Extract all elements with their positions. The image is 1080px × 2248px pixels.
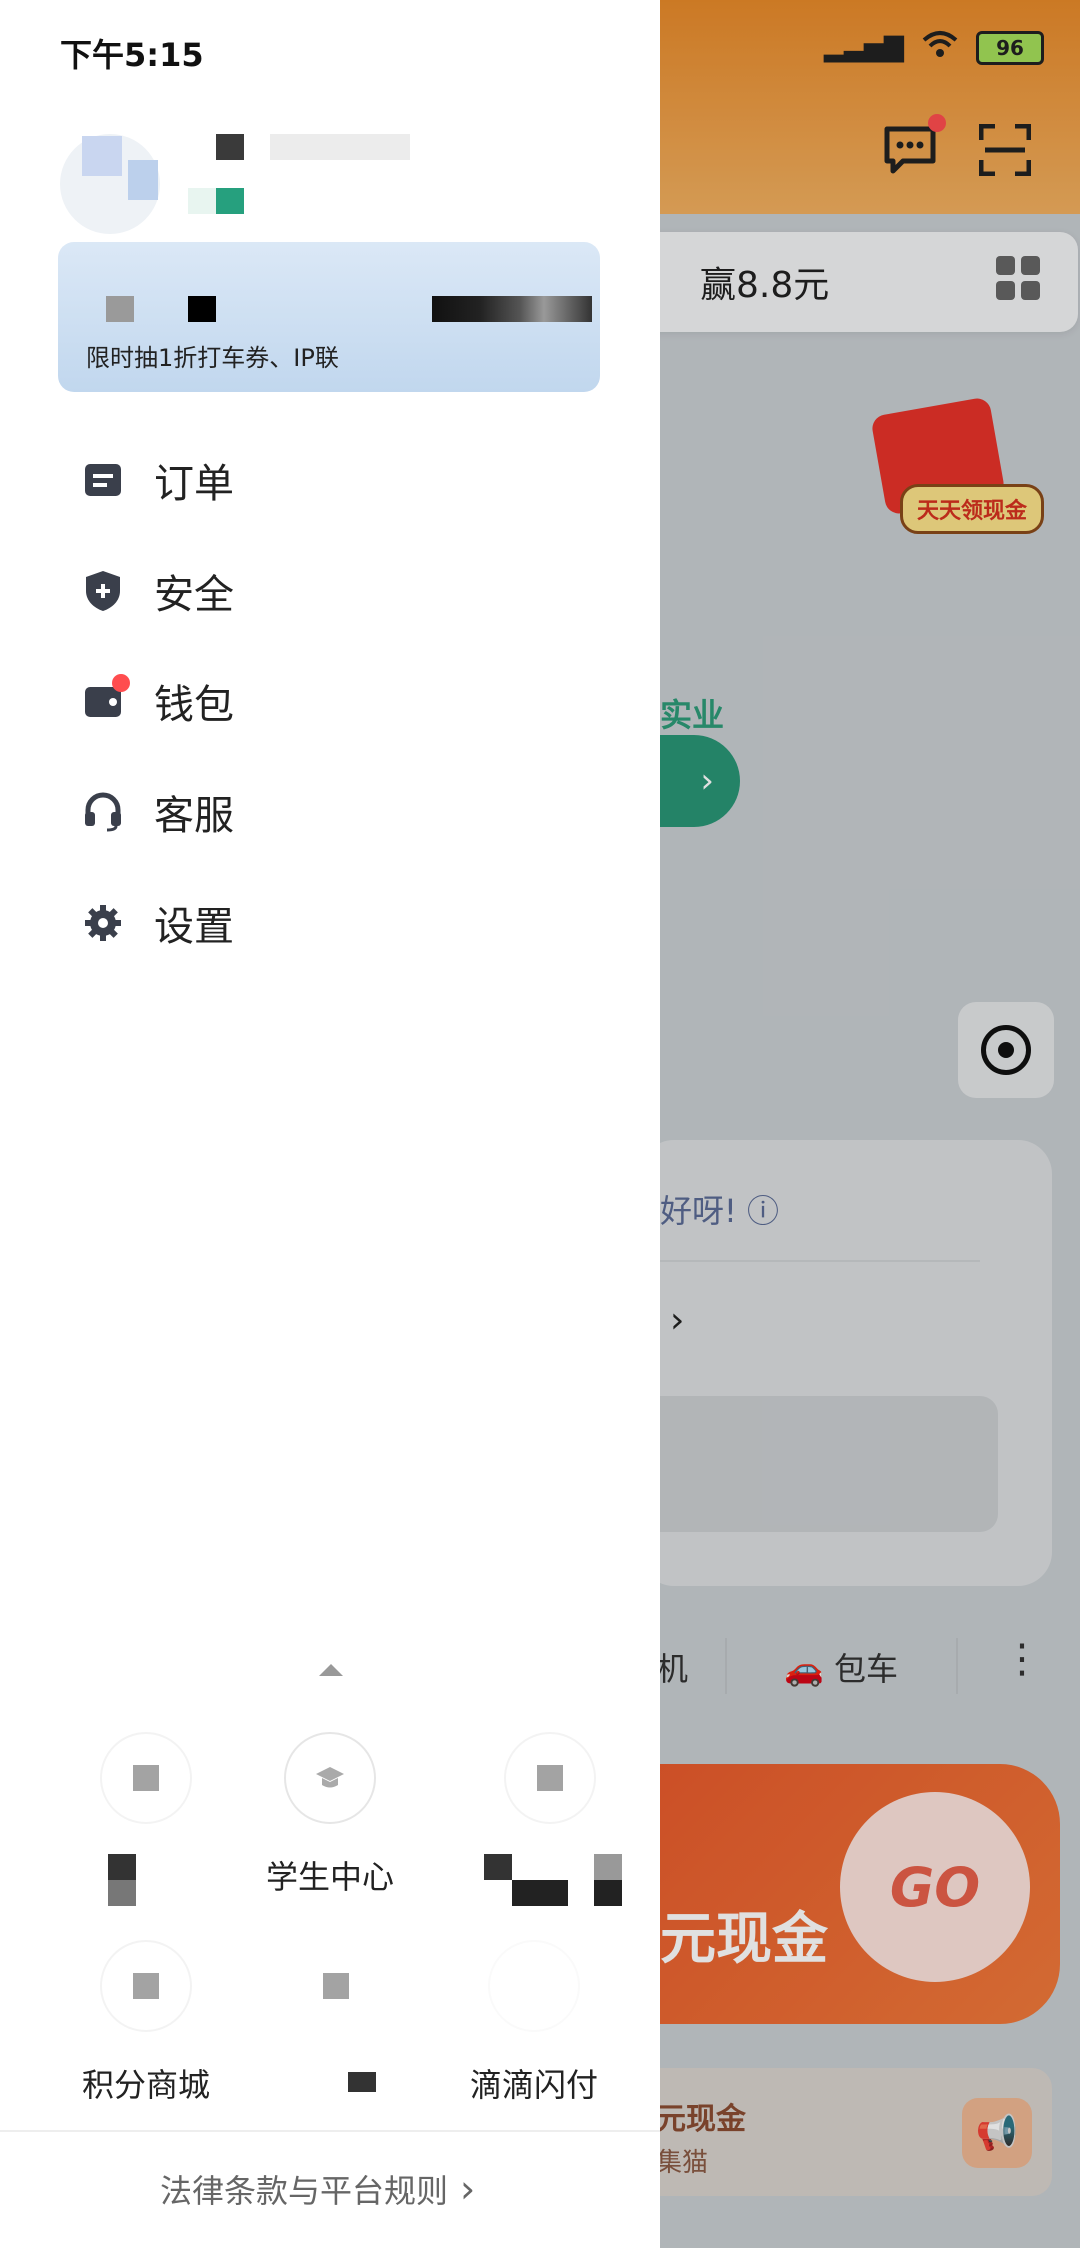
legal-label: 法律条款与平台规则	[160, 2172, 449, 2210]
graduation-cap-icon	[284, 1732, 376, 1824]
blurred-icon	[504, 1732, 596, 1824]
menu-item-orders[interactable]: 订单	[80, 450, 480, 510]
vip-card[interactable]: 限时抽1折打车券、IP联	[58, 242, 600, 392]
chevron-right-icon: ›	[460, 2167, 476, 2211]
divider	[0, 2130, 660, 2132]
service-item[interactable]	[460, 1732, 640, 1912]
shield-icon	[80, 568, 126, 614]
blurred-icon	[100, 1732, 192, 1824]
menu-item-wallet[interactable]: 钱包	[80, 671, 480, 731]
menu-item-security[interactable]: 安全	[80, 561, 480, 621]
menu-label: 设置	[154, 904, 234, 950]
legal-link[interactable]: 法律条款与平台规则 ›	[160, 2166, 475, 2212]
blurred-icon	[100, 1940, 192, 2032]
collapse-arrow-icon[interactable]	[319, 1664, 343, 1676]
service-label: 滴滴闪付	[469, 2066, 598, 2104]
vip-subtitle: 限时抽1折打车券、IP联	[86, 344, 339, 372]
username-redacted	[216, 134, 244, 160]
order-icon	[80, 457, 126, 503]
service-item-didi-pay[interactable]: 滴滴闪付	[444, 1940, 624, 2120]
side-drawer: 下午5:15 限时抽1折打车券、IP联 订单 安全 钱包 客服 设置 学生中心 …	[0, 0, 660, 2248]
service-label: 学生中心	[265, 1858, 394, 1896]
service-item[interactable]	[246, 1940, 426, 2120]
menu-item-settings[interactable]: 设置	[80, 893, 480, 953]
user-profile[interactable]	[60, 120, 420, 234]
wallet-badge	[112, 674, 130, 692]
service-item-student-center[interactable]: 学生中心	[240, 1732, 420, 1912]
menu-item-support[interactable]: 客服	[80, 782, 480, 842]
status-time: 下午5:15	[60, 36, 204, 74]
menu-label: 客服	[154, 793, 234, 839]
menu-label: 钱包	[154, 682, 234, 728]
menu-label: 安全	[154, 572, 234, 618]
wallet-icon	[80, 674, 130, 724]
gear-icon	[80, 900, 126, 946]
level-badge	[216, 188, 244, 214]
blurred-icon	[290, 1940, 382, 2032]
menu-label: 订单	[154, 461, 234, 507]
service-item-points-mall[interactable]: 积分商城	[56, 1940, 236, 2120]
blurred-icon	[488, 1940, 580, 2032]
service-label: 积分商城	[81, 2066, 210, 2104]
headset-icon	[80, 789, 126, 835]
service-item[interactable]	[56, 1732, 236, 1912]
